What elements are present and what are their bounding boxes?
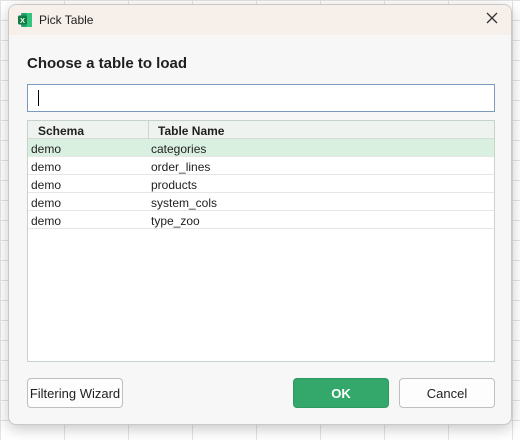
table-header: Schema Table Name: [28, 121, 494, 139]
cell-schema: demo: [31, 214, 62, 228]
close-button[interactable]: [477, 7, 507, 33]
cell-table-name: type_zoo: [151, 214, 200, 228]
ok-button[interactable]: OK: [293, 378, 389, 408]
cancel-button[interactable]: Cancel: [399, 378, 495, 408]
table-row[interactable]: demo system_cols: [28, 193, 494, 211]
text-caret: [38, 90, 39, 106]
cell-schema: demo: [31, 142, 62, 156]
table-row[interactable]: demo products: [28, 175, 494, 193]
cell-table-name: categories: [151, 142, 207, 156]
column-divider[interactable]: [148, 121, 149, 139]
cell-table-name: system_cols: [151, 196, 218, 210]
title-bar: X Pick Table: [9, 5, 511, 35]
excel-icon: X: [17, 12, 33, 28]
cell-table-name: order_lines: [151, 160, 211, 174]
table-rows: demo categories demo order_lines demo pr…: [28, 139, 494, 229]
cell-schema: demo: [31, 178, 62, 192]
table-row[interactable]: demo type_zoo: [28, 211, 494, 229]
window-title: Pick Table: [39, 13, 94, 27]
table-row[interactable]: demo categories: [28, 139, 494, 157]
table-list[interactable]: Schema Table Name demo categories demo o…: [27, 120, 495, 362]
close-icon: [486, 11, 498, 29]
filtering-wizard-button[interactable]: Filtering Wizard: [27, 378, 123, 408]
cell-schema: demo: [31, 196, 62, 210]
table-search-input[interactable]: [27, 84, 495, 112]
table-row[interactable]: demo order_lines: [28, 157, 494, 175]
cell-schema: demo: [31, 160, 62, 174]
column-header-schema[interactable]: Schema: [38, 124, 84, 138]
cell-table-name: products: [151, 178, 198, 192]
column-header-table-name[interactable]: Table Name: [158, 124, 224, 138]
pick-table-dialog: X Pick Table Choose a table to load Sche…: [8, 4, 512, 425]
svg-text:X: X: [20, 16, 25, 25]
dialog-heading: Choose a table to load: [27, 55, 188, 72]
